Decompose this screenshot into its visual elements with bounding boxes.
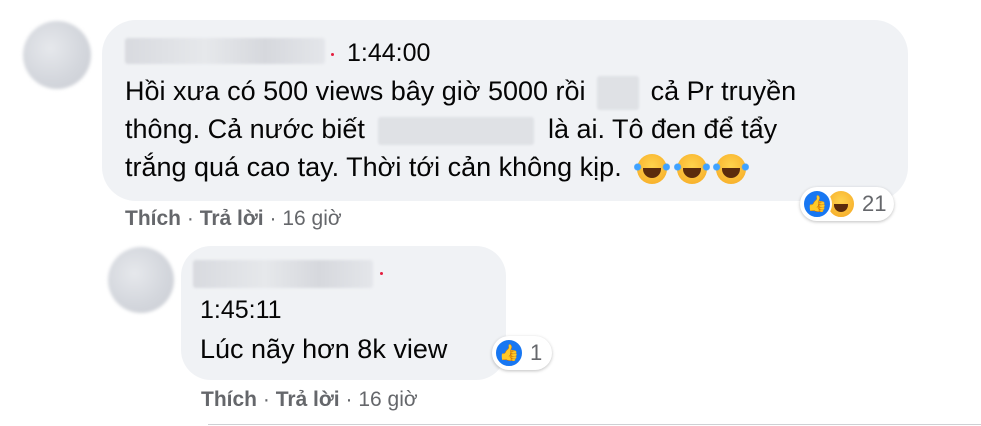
comment-text-line-1: Hồi xưa có 500 views bây giờ 5000 rồi cả… (125, 74, 796, 110)
reply-time: 1:45:11 (200, 296, 282, 324)
comment-text-part: trắng quá cao tay. Thời tới cản không kị… (125, 152, 622, 182)
separator: · (262, 388, 270, 411)
comment-text-line-2: thông. Cả nước biết là ai. Tô đen để tẩy (125, 112, 777, 146)
name-dot (380, 272, 383, 275)
commenter-avatar[interactable] (23, 21, 91, 89)
reply-button[interactable]: Trả lời (200, 207, 264, 230)
tears-of-joy-emoji-icon (673, 153, 710, 184)
reaction-count: 21 (862, 191, 887, 216)
reply-button[interactable]: Trả lời (276, 388, 340, 411)
like-button[interactable]: Thích (125, 207, 181, 230)
comment-age[interactable]: 16 giờ (282, 207, 341, 230)
like-icon: 👍 (494, 338, 524, 368)
reply-reactions[interactable]: 👍 1 (492, 336, 553, 370)
redacted-word (597, 75, 640, 110)
separator: · (345, 388, 353, 411)
like-icon: 👍 (802, 189, 832, 219)
reply-age[interactable]: 16 giờ (358, 388, 417, 411)
comment-text-line-3: trắng quá cao tay. Thời tới cản không kị… (125, 150, 750, 184)
tears-of-joy-emoji-icon (713, 153, 750, 184)
comment-reactions[interactable]: 👍 21 (800, 187, 895, 221)
tears-of-joy-emoji-icon (634, 153, 671, 184)
comment-text-part: là ai. Tô đen để tẩy (547, 114, 778, 144)
separator: · (269, 207, 277, 230)
commenter-name[interactable] (125, 38, 325, 64)
replier-avatar[interactable] (108, 247, 174, 313)
reply-text: Lúc nãy hơn 8k view (200, 334, 448, 364)
like-button[interactable]: Thích (201, 388, 257, 411)
bottom-divider (208, 424, 981, 425)
comment-text-part: cả Pr truyền (650, 76, 797, 106)
comment-actions: Thích · Trả lời · 16 giờ (125, 207, 342, 231)
name-dot (331, 53, 334, 56)
reaction-count: 1 (530, 340, 543, 365)
reply-actions: Thích · Trả lời · 16 giờ (201, 388, 418, 412)
comment-text-part: thông. Cả nước biết (125, 114, 365, 144)
comment-time: 1:44:00 (347, 39, 431, 67)
comment-text-part: Hồi xưa có 500 views bây giờ 5000 rồi (125, 76, 586, 106)
redacted-name (378, 116, 535, 145)
replier-name[interactable] (193, 260, 373, 288)
separator: · (186, 207, 194, 230)
